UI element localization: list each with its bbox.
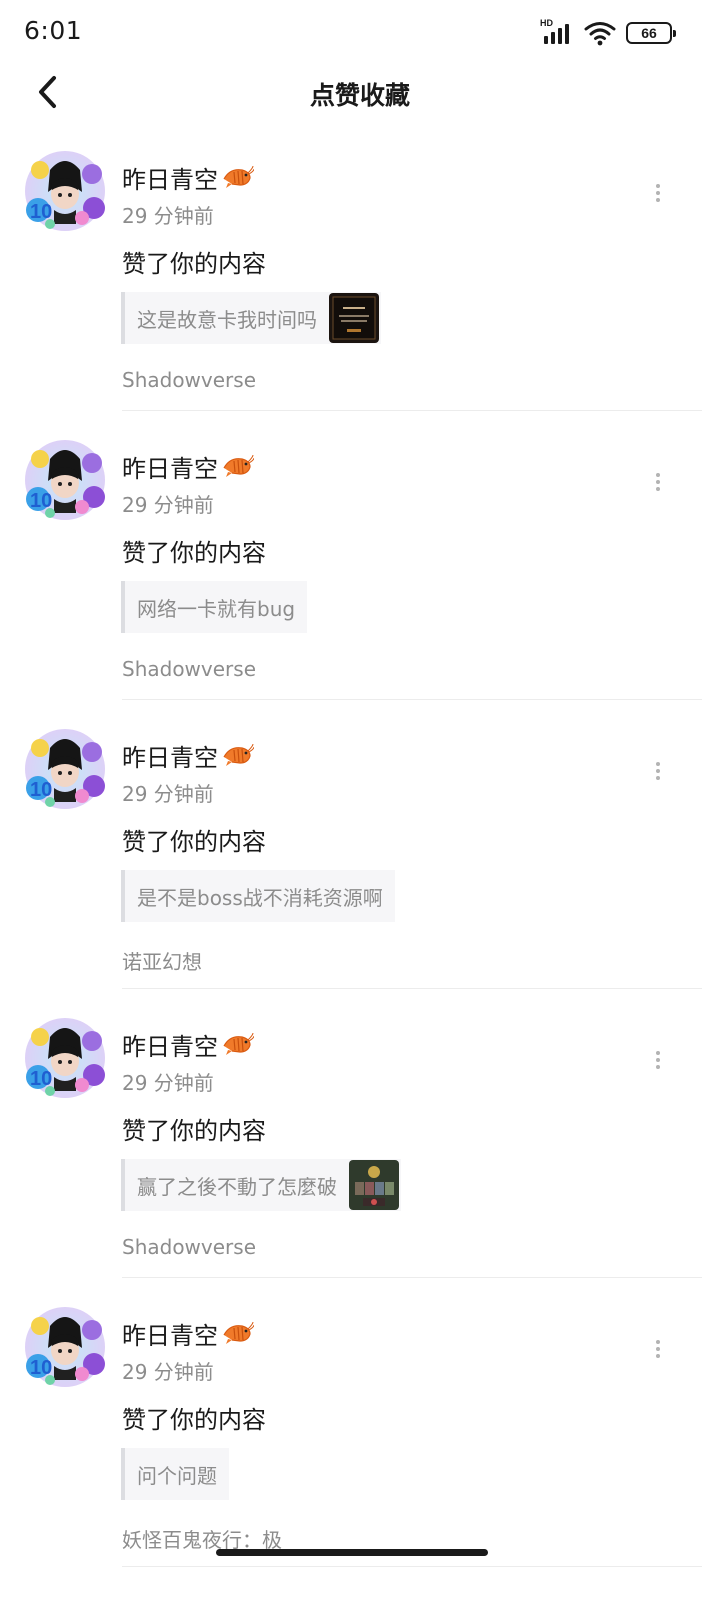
notification-item[interactable]: 10 昨日青空 29 分钟前 赞 [0,700,720,989]
quoted-content[interactable]: 这是故意卡我时间吗 [121,292,381,344]
shrimp-icon [223,454,254,477]
more-button[interactable] [652,1049,664,1071]
time-ago: 29 分钟前 [122,1360,214,1384]
game-tag[interactable]: Shadowverse [122,1235,256,1259]
user-name[interactable]: 昨日青空 [122,1316,218,1351]
header: 点赞收藏 [0,64,720,122]
game-tag[interactable]: 诺亚幻想 [122,946,202,975]
avatar[interactable]: 10 [22,1015,108,1101]
action-text: 赞了你的内容 [122,1406,266,1434]
quote-text: 问个问题 [137,1463,217,1488]
avatar[interactable]: 10 [22,1304,108,1390]
user-name[interactable]: 昨日青空 [122,160,218,195]
notification-item[interactable]: 10 昨日青空 29 分钟前 赞 [0,122,720,411]
shrimp-icon [223,1032,254,1055]
quoted-content[interactable]: 网络一卡就有bug [121,581,308,633]
notification-item[interactable]: 10 昨日青空 29 分钟前 赞 [0,989,720,1278]
divider [122,1566,702,1567]
user-name[interactable]: 昨日青空 [122,1027,218,1062]
wifi-icon [584,22,616,46]
game-tag[interactable]: Shadowverse [122,368,256,392]
quote-text: 赢了之後不動了怎麼破 [137,1174,337,1199]
signal-icon: HD [540,18,574,46]
more-button[interactable] [652,471,664,493]
battery-level: 66 [641,25,657,41]
status-time: 6:01 [24,16,83,45]
shrimp-icon [223,165,254,188]
screen: 6:01 HD 66 点赞收藏 10 昨日青空 29 分钟前 赞了你的内容 这是… [0,0,720,1605]
action-text: 赞了你的内容 [122,1117,266,1145]
avatar[interactable]: 10 [22,726,108,812]
quoted-content[interactable]: 是不是boss战不消耗资源啊 [121,870,395,922]
content-thumbnail[interactable] [349,1160,399,1210]
action-text: 赞了你的内容 [122,828,266,856]
time-ago: 29 分钟前 [122,782,214,806]
user-name-row: 昨日青空 [122,1316,254,1351]
user-name-row: 昨日青空 [122,738,254,773]
more-vertical-icon [656,762,660,766]
status-icons: HD 66 [540,18,676,48]
time-ago: 29 分钟前 [122,1071,214,1095]
user-name[interactable]: 昨日青空 [122,738,218,773]
home-indicator[interactable] [216,1549,488,1556]
quoted-content[interactable]: 赢了之後不動了怎麼破 [121,1159,401,1211]
avatar[interactable]: 10 [22,148,108,234]
more-button[interactable] [652,182,664,204]
time-ago: 29 分钟前 [122,204,214,228]
status-bar: 6:01 HD 66 [0,0,720,64]
game-tag[interactable]: Shadowverse [122,657,256,681]
more-vertical-icon [656,1051,660,1055]
hd-label: HD [540,18,553,28]
more-button[interactable] [652,760,664,782]
notification-item[interactable]: 10 昨日青空 29 分钟前 赞 [0,1278,720,1567]
time-ago: 29 分钟前 [122,493,214,517]
more-vertical-icon [656,1340,660,1344]
notification-item[interactable]: 10 昨日青空 29 分钟前 赞 [0,411,720,700]
user-name[interactable]: 昨日青空 [122,449,218,484]
quoted-content[interactable]: 问个问题 [121,1448,229,1500]
page-title: 点赞收藏 [309,81,410,110]
shrimp-icon [223,1321,254,1344]
shrimp-icon [223,743,254,766]
action-text: 赞了你的内容 [122,539,266,567]
user-name-row: 昨日青空 [122,160,254,195]
more-vertical-icon [656,184,660,188]
quote-text: 这是故意卡我时间吗 [137,307,317,332]
user-name-row: 昨日青空 [122,449,254,484]
more-button[interactable] [652,1338,664,1360]
notification-list: 10 昨日青空 29 分钟前 赞了你的内容 这是故意卡我时间吗 Shadowve… [0,122,720,1567]
avatar[interactable]: 10 [22,437,108,523]
content-thumbnail[interactable] [329,293,379,343]
user-name-row: 昨日青空 [122,1027,254,1062]
action-text: 赞了你的内容 [122,250,266,278]
battery-icon: 66 [626,22,676,44]
quote-text: 是不是boss战不消耗资源啊 [137,885,383,910]
quote-text: 网络一卡就有bug [137,596,296,621]
more-vertical-icon [656,473,660,477]
